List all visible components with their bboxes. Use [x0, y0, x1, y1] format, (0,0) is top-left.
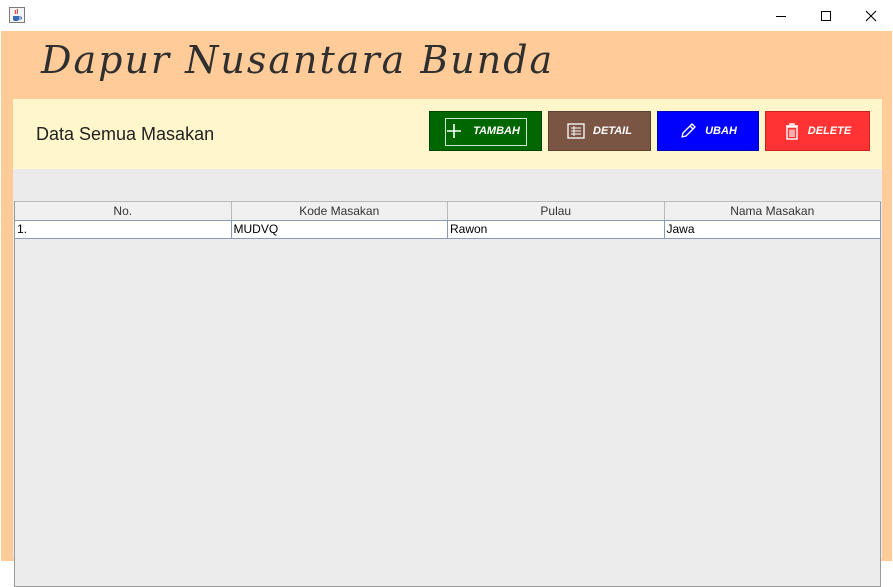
plus-icon: [447, 124, 462, 138]
trash-icon: [785, 123, 798, 140]
table-cell[interactable]: MUDVQ: [232, 221, 448, 238]
delete-button[interactable]: DELETE: [765, 111, 870, 151]
minimize-icon: [775, 15, 786, 17]
detail-button[interactable]: DETAIL: [548, 111, 651, 151]
masakan-table[interactable]: No. Kode Masakan Pulau Nama Masakan 1. M…: [14, 201, 881, 587]
pencil-icon: [681, 123, 696, 138]
list-icon: [567, 123, 585, 139]
table-header: No. Kode Masakan Pulau Nama Masakan: [15, 201, 881, 221]
tambah-label: TAMBAH: [473, 125, 520, 137]
column-header-nama[interactable]: Nama Masakan: [665, 202, 881, 220]
content-panel: Data Semua Masakan TAMBAH DETAIL UBAH DE…: [13, 99, 882, 587]
table-row[interactable]: 1. MUDVQ Rawon Jawa: [15, 221, 881, 239]
close-button[interactable]: [848, 0, 893, 31]
column-header-no[interactable]: No.: [15, 202, 232, 220]
brand-title: Dapur Nusantara Bunda: [41, 38, 555, 82]
table-cell[interactable]: Rawon: [448, 221, 665, 238]
table-cell[interactable]: 1.: [15, 221, 232, 238]
detail-label: DETAIL: [593, 125, 632, 137]
main-frame: Dapur Nusantara Bunda Data Semua Masakan…: [1, 31, 892, 587]
maximize-icon: [820, 10, 831, 21]
column-header-kode[interactable]: Kode Masakan: [232, 202, 448, 220]
window-titlebar: [0, 0, 893, 31]
maximize-button[interactable]: [803, 0, 848, 31]
java-cup-icon: [9, 7, 25, 23]
column-header-pulau[interactable]: Pulau: [448, 202, 665, 220]
tambah-button[interactable]: TAMBAH: [429, 111, 542, 151]
delete-label: DELETE: [807, 125, 852, 137]
ubah-button[interactable]: UBAH: [657, 111, 759, 151]
section-title: Data Semua Masakan: [36, 124, 215, 144]
close-icon: [865, 10, 876, 21]
table-cell[interactable]: Jawa: [665, 221, 881, 238]
minimize-button[interactable]: [758, 0, 803, 31]
ubah-label: UBAH: [705, 125, 737, 137]
toolbar: Data Semua Masakan TAMBAH DETAIL UBAH DE…: [13, 99, 882, 169]
